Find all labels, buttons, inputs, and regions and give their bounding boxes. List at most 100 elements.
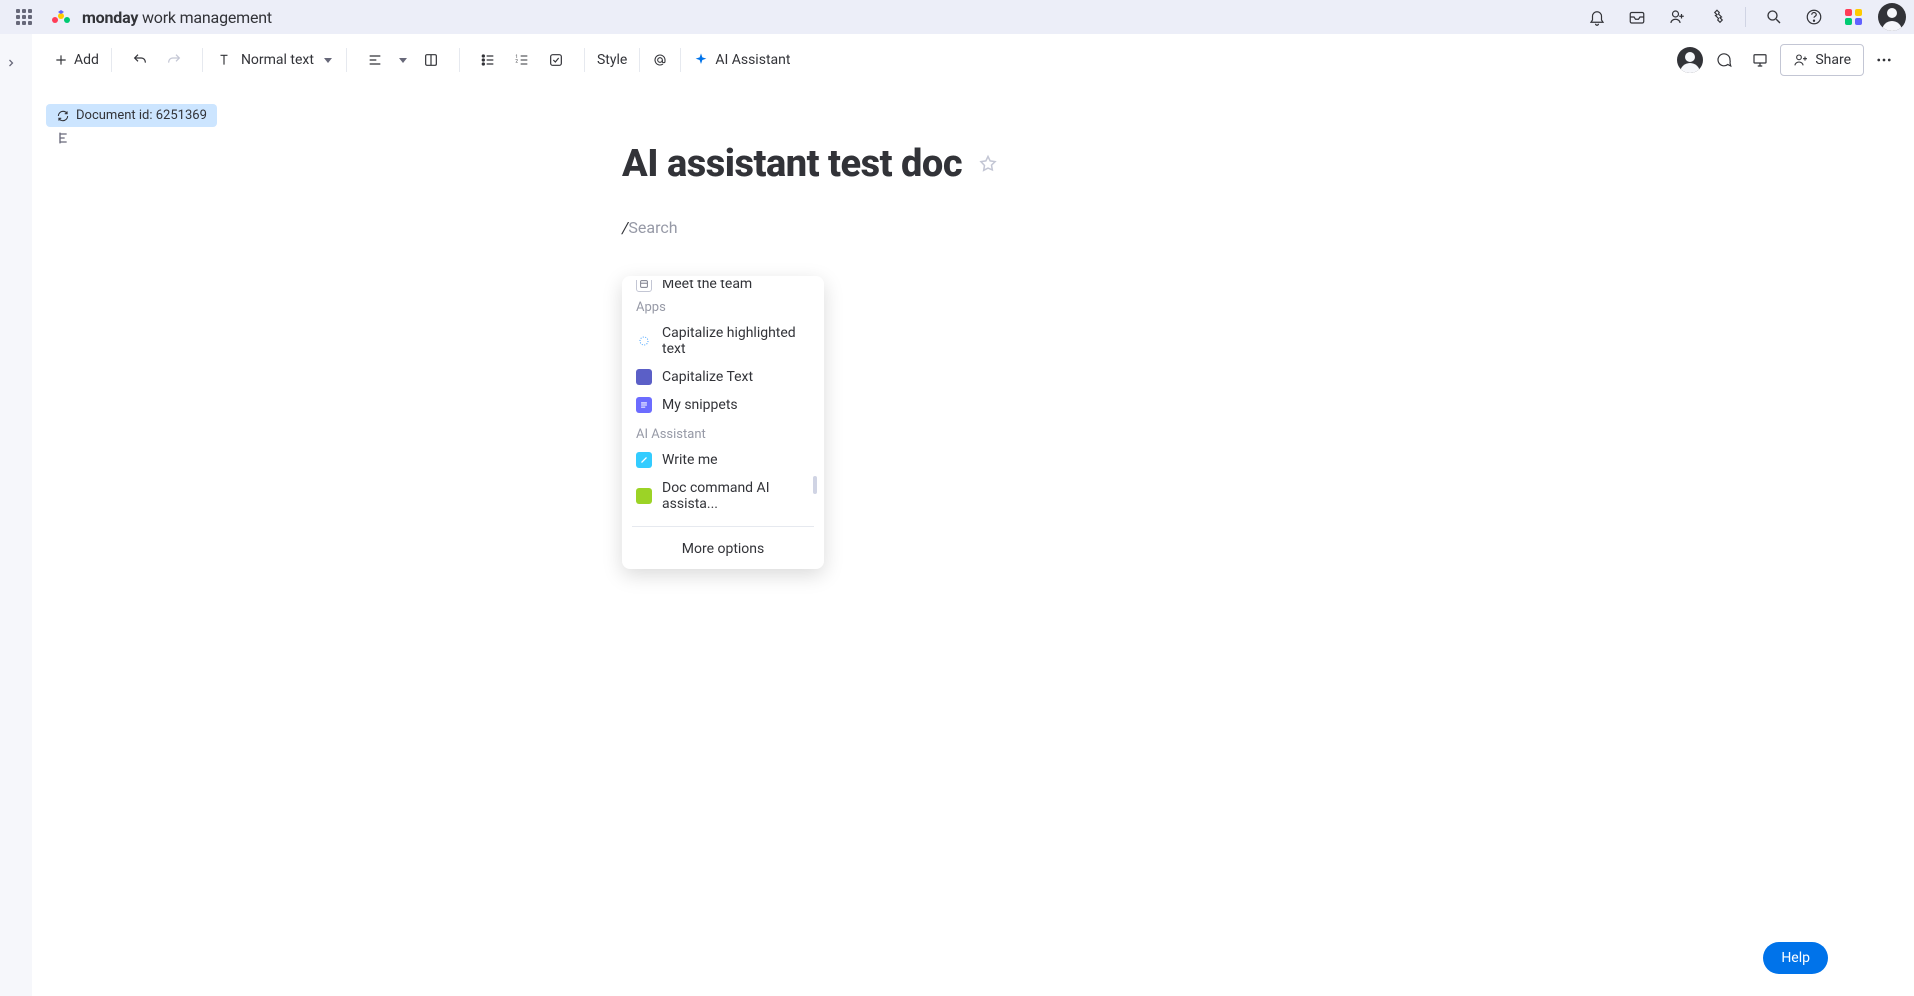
separator xyxy=(202,48,203,72)
monday-logo-icon xyxy=(50,6,72,28)
checklist-button[interactable] xyxy=(540,44,572,76)
dropdown-item-cut[interactable]: Meet the team xyxy=(622,280,824,292)
separator xyxy=(346,48,347,72)
bullet-list-icon xyxy=(480,52,496,68)
search-button[interactable] xyxy=(1758,1,1790,33)
numbered-list-button[interactable]: 12 xyxy=(506,44,538,76)
product-switcher-button[interactable] xyxy=(1838,1,1870,33)
help-floating-button[interactable]: Help xyxy=(1763,942,1828,974)
align-button[interactable] xyxy=(359,44,391,76)
dropdown-more-options[interactable]: More options xyxy=(622,531,824,569)
user-avatar[interactable] xyxy=(1878,3,1906,31)
text-style-dropdown[interactable]: Normal text xyxy=(207,44,342,76)
dropdown-item-label: Write me xyxy=(662,452,718,468)
top-bar-right xyxy=(1581,1,1906,33)
mention-button[interactable] xyxy=(644,44,676,76)
more-options-label: More options xyxy=(682,541,765,557)
redo-button[interactable] xyxy=(158,44,190,76)
chevron-right-icon xyxy=(5,57,17,69)
checkbox-icon xyxy=(548,52,564,68)
dropdown-separator xyxy=(632,526,814,527)
ai-label: AI Assistant xyxy=(715,52,790,68)
separator xyxy=(639,48,640,72)
style-button[interactable]: Style xyxy=(589,44,635,76)
favorite-button[interactable] xyxy=(978,154,998,174)
app-switcher-button[interactable] xyxy=(8,1,40,33)
add-button[interactable]: Add xyxy=(46,44,107,76)
ai-sparkle-icon xyxy=(693,52,709,68)
person-plus-icon xyxy=(1793,52,1809,68)
dropdown-item-my-snippets[interactable]: My snippets xyxy=(622,391,824,419)
toolbar-left: Add Normal text xyxy=(46,44,798,76)
help-button[interactable] xyxy=(1798,1,1830,33)
toolbar-right: Share xyxy=(1676,44,1900,76)
dropdown-item-write-me[interactable]: Write me xyxy=(622,446,824,474)
app-icon xyxy=(636,369,652,385)
add-label: Add xyxy=(74,52,99,68)
doc-id-badge[interactable]: Document id: 6251369 xyxy=(46,104,217,127)
share-button[interactable]: Share xyxy=(1780,44,1864,76)
inbox-button[interactable] xyxy=(1621,1,1653,33)
help-label: Help xyxy=(1781,950,1810,966)
template-icon xyxy=(636,280,652,292)
star-icon xyxy=(978,154,998,174)
outline-toggle-button[interactable] xyxy=(56,130,72,146)
doc-title[interactable]: AI assistant test doc xyxy=(622,142,962,186)
dots-icon xyxy=(1875,51,1893,69)
divider xyxy=(1745,7,1746,27)
text-style-label: Normal text xyxy=(241,52,314,68)
dropdown-item-label: Capitalize Text xyxy=(662,369,753,385)
bell-icon xyxy=(1588,8,1606,26)
puzzle-icon xyxy=(1708,8,1726,26)
comments-button[interactable] xyxy=(1708,44,1740,76)
align-left-icon xyxy=(367,52,383,68)
chevron-down-icon xyxy=(399,58,407,63)
layout-button[interactable] xyxy=(415,44,447,76)
doc-id-text: Document id: 6251369 xyxy=(76,108,207,123)
doc-title-row: AI assistant test doc xyxy=(622,142,998,186)
present-button[interactable] xyxy=(1744,44,1776,76)
more-options-button[interactable] xyxy=(1868,44,1900,76)
undo-button[interactable] xyxy=(124,44,156,76)
dropdown-item-label: My snippets xyxy=(662,397,738,413)
expand-sidebar-button[interactable] xyxy=(4,56,18,70)
dropdown-item-label: Meet the team xyxy=(662,280,752,292)
dropdown-section-apps: Apps xyxy=(622,292,824,319)
dropdown-item-capitalize-highlighted[interactable]: Capitalize highlighted text xyxy=(622,319,824,363)
monday-products-icon xyxy=(1843,6,1865,28)
history-group xyxy=(116,44,198,76)
slash-command-line[interactable]: / Search Meet the team Apps xyxy=(622,218,998,237)
ai-assistant-button[interactable]: AI Assistant xyxy=(685,44,798,76)
style-label: Style xyxy=(597,52,627,68)
separator xyxy=(680,48,681,72)
scrollbar-thumb[interactable] xyxy=(813,476,817,494)
align-dropdown[interactable] xyxy=(393,44,413,76)
dropdown-section-ai: AI Assistant xyxy=(622,419,824,446)
product-name: monday work management xyxy=(82,8,272,27)
doc-body: AI assistant test doc / Search Meet the … xyxy=(622,142,998,237)
invite-button[interactable] xyxy=(1661,1,1693,33)
separator xyxy=(111,48,112,72)
app-icon xyxy=(636,488,652,504)
top-bar-left: monday work management xyxy=(8,1,272,33)
app-icon xyxy=(636,397,652,413)
apps-button[interactable] xyxy=(1701,1,1733,33)
notifications-button[interactable] xyxy=(1581,1,1613,33)
monitor-icon xyxy=(1751,51,1769,69)
list-group: 12 xyxy=(464,44,580,76)
chat-icon xyxy=(1715,51,1733,69)
brand-light: work management xyxy=(138,8,272,27)
doc-owner-avatar[interactable] xyxy=(1676,46,1704,74)
apps-grid-icon xyxy=(16,9,32,25)
top-bar: monday work management xyxy=(0,0,1914,34)
person-plus-icon xyxy=(1668,8,1686,26)
doc-toolbar: Add Normal text xyxy=(32,34,1914,86)
search-placeholder: Search xyxy=(628,218,677,237)
app-icon xyxy=(636,333,652,349)
dropdown-item-label: Doc command AI assista... xyxy=(662,480,810,512)
bullet-list-button[interactable] xyxy=(472,44,504,76)
dropdown-item-capitalize-text[interactable]: Capitalize Text xyxy=(622,363,824,391)
dropdown-item-doc-command-ai[interactable]: Doc command AI assista... xyxy=(622,474,824,518)
outline-icon xyxy=(56,130,72,146)
separator xyxy=(584,48,585,72)
